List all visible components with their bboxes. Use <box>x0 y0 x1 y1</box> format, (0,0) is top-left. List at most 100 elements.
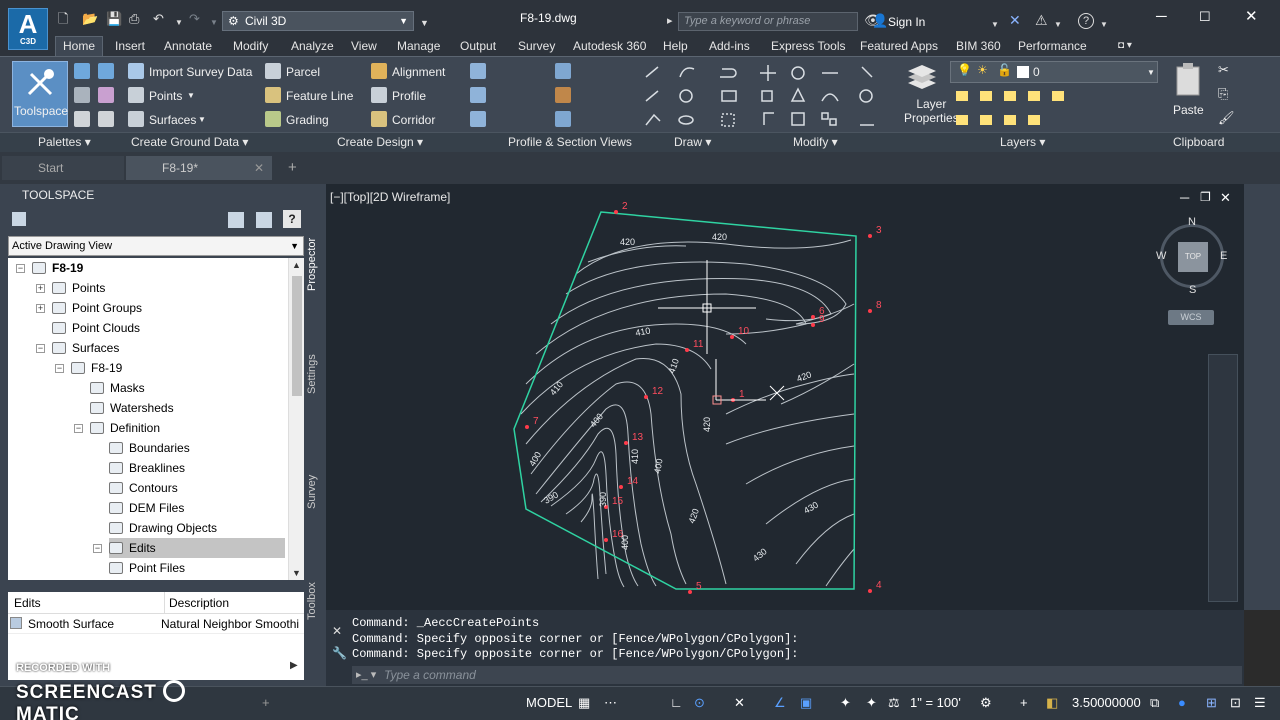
customize-icon[interactable]: ☰ <box>1254 696 1266 710</box>
undo-dropdown-icon[interactable]: ▼ <box>175 16 183 30</box>
snap-icon[interactable]: ⋯ <box>604 696 617 710</box>
assembly-icon[interactable] <box>470 87 486 103</box>
grading-button[interactable]: Grading <box>286 113 329 127</box>
tree-scrollbar[interactable]: ▲ ▼ <box>288 258 304 580</box>
annotation-scale-select[interactable]: 1" = 100' <box>910 696 961 710</box>
profile-button[interactable]: Profile <box>392 89 426 103</box>
workspace-select[interactable]: ⚙ Civil 3D ▼ <box>222 11 414 31</box>
panel-profile-section-views[interactable]: Profile & Section Views <box>508 135 632 149</box>
side-tab-survey[interactable]: Survey <box>306 466 324 518</box>
survey-point-marker[interactable] <box>604 538 608 542</box>
add-icon[interactable]: + <box>1020 696 1028 710</box>
compass-south[interactable]: S <box>1189 284 1196 296</box>
polar-icon[interactable]: ⊙ <box>694 696 705 710</box>
properties-icon[interactable] <box>74 111 90 127</box>
navigation-bar[interactable] <box>1208 354 1238 602</box>
survey-point-marker[interactable] <box>525 425 529 429</box>
alignment-button[interactable]: Alignment <box>392 65 445 79</box>
prospector-icon[interactable] <box>74 63 90 79</box>
print-icon[interactable]: ⎙ <box>129 12 139 26</box>
modify-tools-icon[interactable] <box>758 61 878 131</box>
tab-addins[interactable]: Add-ins <box>709 38 750 54</box>
survey-point-marker[interactable] <box>811 315 815 319</box>
tree-node-contours[interactable]: Contours <box>109 478 178 498</box>
grid-icon[interactable]: ▦ <box>578 696 590 710</box>
pipe-network-icon[interactable] <box>470 111 486 127</box>
toolspace-button[interactable]: Toolspace <box>12 61 68 127</box>
feature-line-button[interactable]: Feature Line <box>286 89 353 103</box>
tab-insert[interactable]: Insert <box>115 38 145 54</box>
section-views-icon[interactable] <box>555 111 571 127</box>
maximize-icon[interactable]: ☐ <box>1199 8 1211 26</box>
tree-node-point-files[interactable]: Point Files <box>109 558 185 578</box>
survey-point-marker[interactable] <box>644 395 648 399</box>
units-icon[interactable]: ◧ <box>1046 696 1058 710</box>
wcs-menu[interactable]: WCS <box>1168 310 1214 325</box>
tab-start[interactable]: Start <box>2 156 124 180</box>
survey-point-marker[interactable] <box>619 485 623 489</box>
isolate-icon[interactable]: ⧉ <box>1150 696 1159 710</box>
undo-icon[interactable]: ↶ <box>153 12 164 26</box>
points-dropdown-icon[interactable]: ▼ <box>187 89 195 103</box>
compass-west[interactable]: W <box>1156 250 1166 262</box>
help-icon[interactable]: ? <box>283 210 301 228</box>
tab-analyze[interactable]: Analyze <box>291 38 334 54</box>
hardware-accel-icon[interactable]: ● <box>1178 696 1186 710</box>
tab-performance[interactable]: Performance <box>1018 38 1087 54</box>
right-tool-palette[interactable] <box>1244 184 1280 610</box>
survey-point-marker[interactable] <box>624 441 628 445</box>
tree-node-surface-f8-19[interactable]: F8-19 <box>71 358 122 378</box>
tab-featured-apps[interactable]: Featured Apps <box>860 38 938 54</box>
survey-point-marker[interactable] <box>811 323 815 327</box>
toolspace-menu-icon[interactable] <box>12 212 26 226</box>
tab-autodesk360[interactable]: Autodesk 360 <box>573 38 646 54</box>
ribbon-minimize-icon[interactable]: ◘ ▾ <box>1118 38 1132 54</box>
panel-create-design[interactable]: Create Design ▾ <box>337 135 423 149</box>
corridor-button[interactable]: Corridor <box>392 113 435 127</box>
tab-bim360[interactable]: BIM 360 <box>956 38 1001 54</box>
app-logo-button[interactable]: A C3D <box>8 8 48 50</box>
tree-node-points[interactable]: Points <box>52 278 105 298</box>
tree-node-dem-files[interactable]: DEM Files <box>109 498 184 518</box>
expand-icon[interactable]: + <box>36 304 45 313</box>
tab-home[interactable]: Home <box>55 36 104 56</box>
sign-in-button[interactable]: Sign In <box>888 15 925 29</box>
survey-point-marker[interactable] <box>685 348 689 352</box>
tab-manage[interactable]: Manage <box>397 38 440 54</box>
panel-clipboard[interactable]: Clipboard <box>1173 135 1224 149</box>
copy-icon[interactable]: ⎘ <box>1218 87 1228 101</box>
layer-tools-icon[interactable] <box>952 87 1072 131</box>
survey-palette-icon[interactable] <box>74 87 90 103</box>
layer-properties-button[interactable]: Layer Properties <box>898 61 959 127</box>
panel-create-ground-data[interactable]: Create Ground Data ▾ <box>131 135 248 149</box>
list-view-icon[interactable] <box>256 212 272 228</box>
close-icon[interactable]: ✕ <box>1245 8 1258 26</box>
survey-point-marker[interactable] <box>730 335 734 339</box>
survey-point-marker[interactable] <box>868 309 872 313</box>
help-icon[interactable]: ? <box>1078 13 1094 29</box>
annotation-scale-icon[interactable]: ⚖ <box>888 696 900 710</box>
new-tab-icon[interactable]: + <box>274 156 312 180</box>
side-tab-prospector[interactable]: Prospector <box>306 224 324 304</box>
close-icon[interactable]: ✕ <box>254 156 264 180</box>
clean-screen-icon[interactable]: ⊞ <box>1206 696 1217 710</box>
tree-node-point-groups[interactable]: Point Groups <box>52 298 142 318</box>
viewcube[interactable]: N S E W TOP <box>1156 214 1228 296</box>
annotation-autoscale-icon[interactable]: ✦ <box>866 696 877 710</box>
collapse-icon[interactable]: − <box>74 424 83 433</box>
tab-modify[interactable]: Modify <box>233 38 268 54</box>
survey-point-marker[interactable] <box>614 210 618 214</box>
search-input[interactable]: Type a keyword or phrase <box>667 12 858 31</box>
scroll-thumb[interactable] <box>292 276 302 396</box>
panel-palettes[interactable]: Palettes ▾ <box>38 135 91 149</box>
workspace-gear-icon[interactable]: ⚙ <box>980 696 992 710</box>
viewcube-top-face[interactable]: TOP <box>1178 242 1208 272</box>
table-row[interactable]: Smooth Surface Natural Neighbor Smoothi <box>8 614 304 634</box>
tab-express-tools[interactable]: Express Tools <box>771 38 845 54</box>
layer-dropdown[interactable]: 💡 ☀ 🔓 0 ▼ <box>950 61 1158 83</box>
cut-icon[interactable]: ✂ <box>1218 63 1229 77</box>
column-edits[interactable]: Edits <box>14 592 41 614</box>
tree-node-drawing[interactable]: F8-19 <box>32 258 83 278</box>
column-description[interactable]: Description <box>164 592 229 614</box>
panel-layers[interactable]: Layers ▾ <box>1000 135 1045 149</box>
